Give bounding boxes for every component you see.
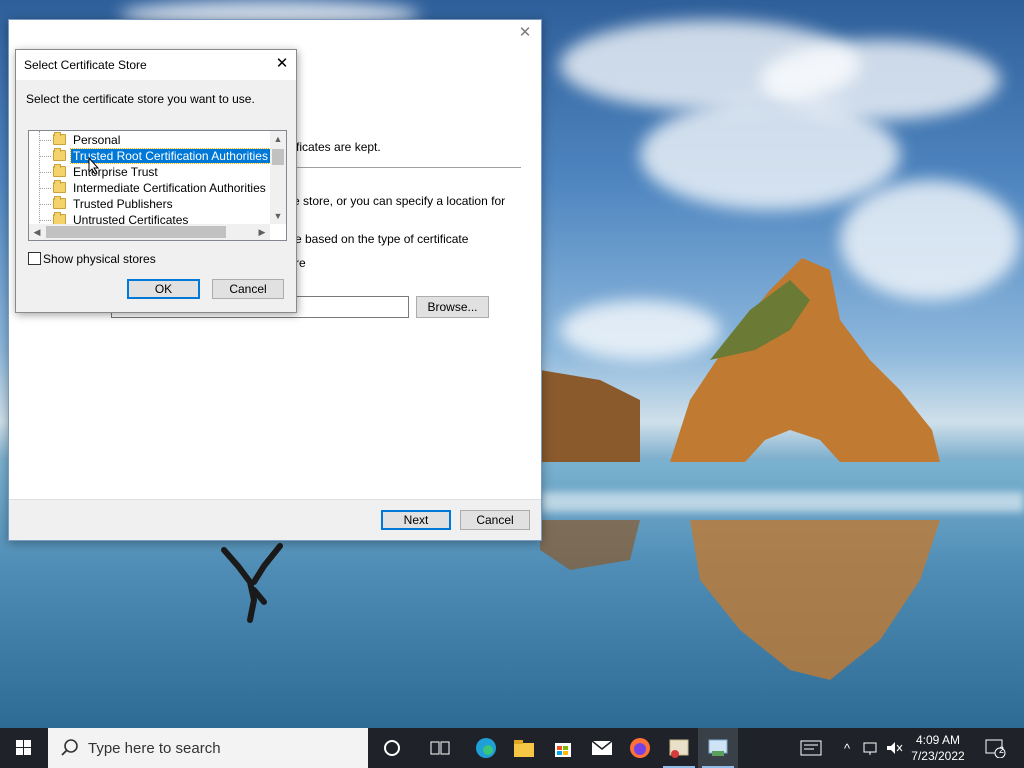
horizontal-scrollbar[interactable]: ◀ ▶ [29,224,270,240]
tree-item-trusted-publishers[interactable]: Trusted Publishers [29,196,267,212]
search-icon [61,739,78,756]
scroll-thumb[interactable] [272,149,284,165]
clock-date: 7/23/2022 [911,749,965,763]
mouse-cursor-icon [88,157,100,175]
tree-item-trusted-root[interactable]: Trusted Root Certification Authorities [29,148,271,164]
scroll-left-icon[interactable]: ◀ [29,224,45,240]
select-certificate-store-dialog: Select Certificate Store ✕ Select the ce… [15,49,297,313]
folder-icon [53,180,66,193]
ok-button[interactable]: OK [127,279,200,299]
tree-item-label: Trusted Root Certification Authorities [70,148,271,164]
task-view-icon[interactable] [420,728,460,768]
scroll-down-icon[interactable]: ▼ [270,208,286,224]
windows-logo-icon [16,740,31,755]
wizard-footer: Next Cancel [9,499,541,540]
show-physical-stores-label[interactable]: Show physical stores [43,252,156,266]
tree-item-label: Intermediate Certification Authorities [73,181,266,195]
close-icon[interactable]: ✕ [274,56,290,72]
taskbar-search-box[interactable]: Type here to search [48,728,368,768]
chevron-up-icon[interactable]: ^ [838,728,856,768]
cortana-icon[interactable] [372,728,412,768]
edge-icon[interactable] [466,728,506,768]
divider [289,167,521,168]
rock-arch-image [540,258,940,462]
system-clock[interactable]: 4:09 AM 7/23/2022 [904,732,972,764]
folder-icon [53,148,66,161]
dialog-titlebar: Select Certificate Store ✕ [16,50,296,80]
certificate-import-wizard-icon[interactable] [698,728,738,768]
action-center-icon[interactable]: 2 [980,728,1010,768]
browse-button[interactable]: Browse... [416,296,489,318]
vertical-scrollbar[interactable]: ▲ ▼ [270,131,286,224]
next-button[interactable]: Next [381,510,451,530]
tree-item-personal[interactable]: Personal [29,132,267,148]
folder-icon [53,164,66,177]
store-icon[interactable] [543,728,583,768]
start-button[interactable] [0,728,48,768]
show-physical-stores-checkbox[interactable] [28,252,41,265]
tree-item-label: Personal [73,133,121,147]
scroll-up-icon[interactable]: ▲ [270,131,286,147]
close-icon[interactable]: ✕ [517,25,533,41]
clock-time: 4:09 AM [915,733,961,747]
dialog-cancel-button[interactable]: Cancel [212,279,284,299]
folder-icon [53,196,66,209]
scroll-thumb[interactable] [46,226,226,238]
taskbar: Type here to search ^ 4:09 AM 7/23/2022 [0,728,1024,768]
network-icon[interactable] [860,728,882,768]
file-explorer-icon[interactable] [504,728,544,768]
wizard-text-line-2: e store, or you can specify a location f… [293,194,506,208]
tree-item-intermediate-ca[interactable]: Intermediate Certification Authorities [29,180,267,196]
firefox-icon[interactable] [620,728,660,768]
wizard-text-line-1: tificates are kept. [290,140,381,154]
folder-icon [53,132,66,145]
certificate-store-tree[interactable]: Personal Trusted Root Certification Auth… [28,130,287,241]
person-handstand-image [221,543,283,623]
tree-item-enterprise-trust[interactable]: Enterprise Trust [29,164,267,180]
wizard-cancel-button[interactable]: Cancel [460,510,530,530]
scroll-right-icon[interactable]: ▶ [254,224,270,240]
notification-icon-app[interactable] [796,728,826,768]
notification-count-badge: 2 [999,745,1005,755]
rock-reflection-image [540,520,940,680]
dialog-prompt: Select the certificate store you want to… [26,92,255,106]
tree-item-label: Enterprise Trust [73,165,158,179]
search-placeholder: Type here to search [88,740,221,757]
dialog-title: Select Certificate Store [24,58,147,72]
wizard-text-line-3: e based on the type of certificate [295,232,469,246]
mail-icon[interactable] [582,728,622,768]
tree-item-label: Trusted Publishers [73,197,173,211]
certificate-manager-icon[interactable] [659,728,699,768]
volume-muted-icon[interactable] [884,728,904,768]
